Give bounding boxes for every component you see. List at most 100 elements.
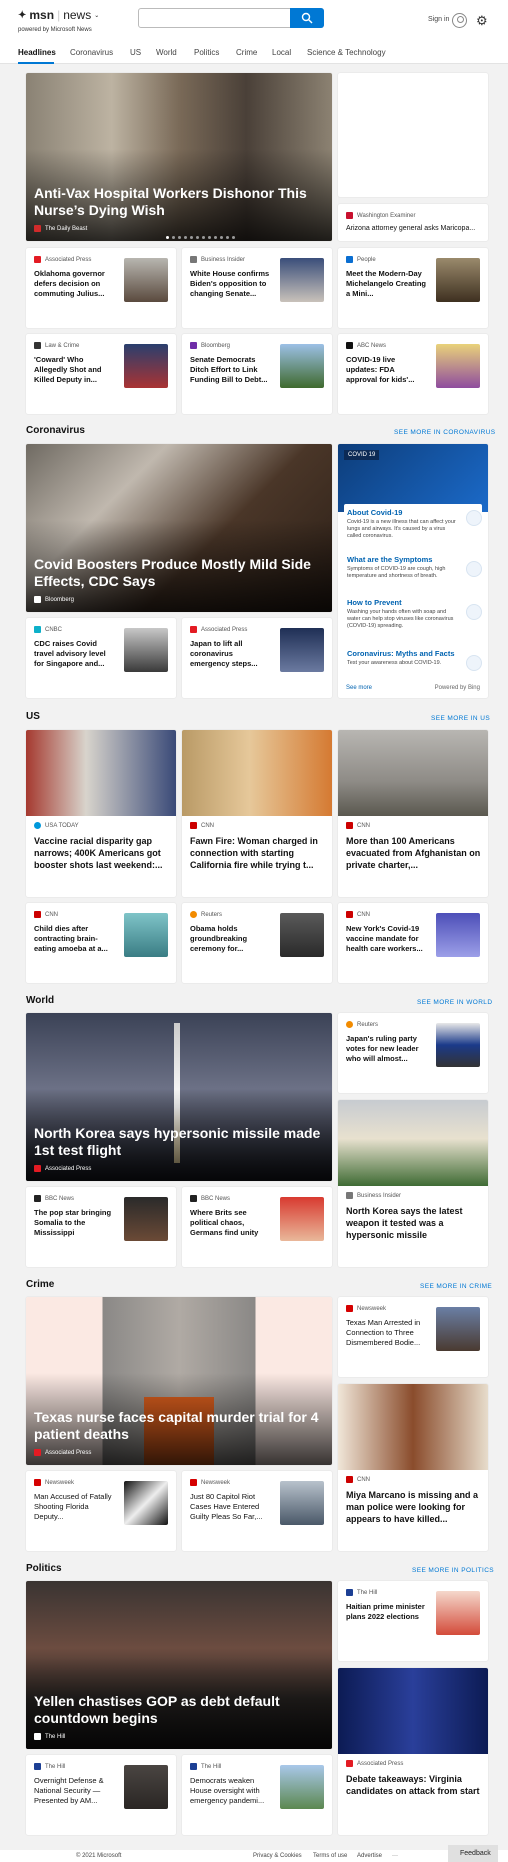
source-logo-icon bbox=[346, 1760, 353, 1767]
card-title: COVID-19 live updates: FDA approval for … bbox=[346, 355, 415, 384]
feedback-button[interactable]: Feedback bbox=[448, 1845, 498, 1862]
covid-info-symptoms[interactable]: What are the Symptoms Symptoms of COVID-… bbox=[344, 555, 482, 580]
politics-hero-card[interactable]: Yellen chastises GOP as debt default cou… bbox=[26, 1581, 332, 1749]
world-card[interactable]: BBC News Where Brits see political chaos… bbox=[182, 1187, 332, 1267]
card-thumbnail bbox=[280, 1481, 324, 1525]
source-label: The Hill bbox=[45, 1733, 66, 1740]
gear-icon[interactable]: ⚙ bbox=[476, 13, 488, 29]
source-label: Newsweek bbox=[201, 1479, 231, 1486]
section-heading-us: US bbox=[26, 711, 40, 722]
info-heading: What are the Symptoms bbox=[347, 555, 433, 564]
terms-link[interactable]: Terms of use bbox=[313, 1853, 347, 1859]
politics-card[interactable]: Associated Press Debate takeaways: Virgi… bbox=[338, 1668, 488, 1835]
coronavirus-card[interactable]: CNBC CDC raises Covid travel advisory le… bbox=[26, 618, 176, 698]
crime-card[interactable]: Newsweek Just 80 Capitol Riot Cases Have… bbox=[182, 1471, 332, 1551]
source-logo-icon bbox=[34, 1479, 41, 1486]
tab-local[interactable]: Local bbox=[272, 48, 291, 57]
sign-in-link[interactable]: Sign in bbox=[428, 16, 449, 23]
crime-card[interactable]: CNN Miya Marcano is missing and a man po… bbox=[338, 1384, 488, 1551]
card-image bbox=[338, 1384, 488, 1470]
coronavirus-hero-card[interactable]: Covid Boosters Produce Mostly Mild Side … bbox=[26, 444, 332, 612]
headline-card[interactable]: ABC News COVID-19 live updates: FDA appr… bbox=[338, 334, 488, 414]
world-card[interactable]: Business Insider North Korea says the la… bbox=[338, 1100, 488, 1267]
world-card[interactable]: BBC News The pop star bringing Somalia t… bbox=[26, 1187, 176, 1267]
card-title: Obama holds groundbreaking ceremony for.… bbox=[190, 924, 248, 953]
footer: © 2021 Microsoft Privacy & Cookies Terms… bbox=[0, 1850, 508, 1862]
us-card[interactable]: Reuters Obama holds groundbreaking cerem… bbox=[182, 903, 332, 983]
world-hero-card[interactable]: North Korea says hypersonic missile made… bbox=[26, 1013, 332, 1181]
headline-side-card[interactable]: Washington Examiner Arizona attorney gen… bbox=[338, 204, 488, 241]
source-label: Associated Press bbox=[201, 626, 248, 633]
source-label: The Hill bbox=[45, 1763, 66, 1770]
source-label: Law & Crime bbox=[45, 342, 80, 349]
see-more-politics-link[interactable]: SEE MORE IN POLITICS bbox=[412, 1567, 494, 1574]
advertise-link[interactable]: Advertise bbox=[357, 1853, 382, 1859]
tab-headlines[interactable]: Headlines bbox=[18, 48, 56, 57]
see-more-world-link[interactable]: SEE MORE IN WORLD bbox=[417, 999, 492, 1006]
msn-news-logo[interactable]: ✦ msn | news ⌄ bbox=[18, 8, 99, 22]
source-logo-icon bbox=[346, 911, 353, 918]
us-card[interactable]: CNN New York's Covid-19 vaccine mandate … bbox=[338, 903, 488, 983]
card-thumbnail bbox=[280, 258, 324, 302]
us-card[interactable]: CNN Fawn Fire: Woman charged in connecti… bbox=[182, 730, 332, 897]
carousel-dots[interactable] bbox=[166, 236, 235, 239]
source-logo-icon bbox=[190, 1195, 197, 1202]
product-label: news bbox=[63, 8, 92, 22]
headline-card[interactable]: People Meet the Modern-Day Michelangelo … bbox=[338, 248, 488, 328]
us-card[interactable]: CNN Child dies after contracting brain-e… bbox=[26, 903, 176, 983]
source-logo-icon bbox=[346, 1021, 353, 1028]
avatar-icon[interactable] bbox=[452, 13, 467, 28]
crime-card[interactable]: Newsweek Man Accused of Fatally Shooting… bbox=[26, 1471, 176, 1551]
card-thumbnail bbox=[124, 1197, 168, 1241]
card-thumbnail bbox=[436, 1307, 480, 1351]
headline-card[interactable]: Business Insider White House confirms Bi… bbox=[182, 248, 332, 328]
politics-card[interactable]: The Hill Haitian prime minister plans 20… bbox=[338, 1581, 488, 1661]
crime-card[interactable]: Newsweek Texas Man Arrested in Connectio… bbox=[338, 1297, 488, 1377]
see-more-link[interactable]: See more bbox=[346, 685, 372, 691]
card-title: Vaccine racial disparity gap narrows; 40… bbox=[34, 836, 163, 870]
source-logo-icon bbox=[34, 1763, 41, 1770]
source-label: CNBC bbox=[45, 626, 63, 633]
politics-card[interactable]: The Hill Democrats weaken House oversigh… bbox=[182, 1755, 332, 1835]
coronavirus-card[interactable]: Associated Press Japan to lift all coron… bbox=[182, 618, 332, 698]
search-button[interactable] bbox=[290, 8, 324, 28]
tab-crime[interactable]: Crime bbox=[236, 48, 257, 57]
see-more-crime-link[interactable]: SEE MORE IN CRIME bbox=[420, 1283, 492, 1290]
card-title: Man Accused of Fatally Shooting Florida … bbox=[34, 1492, 112, 1521]
more-options-icon[interactable]: ··· bbox=[392, 1853, 398, 1859]
handwash-icon bbox=[466, 604, 482, 620]
headline-card[interactable]: Bloomberg Senate Democrats Ditch Effort … bbox=[182, 334, 332, 414]
covid-info-about[interactable]: About Covid-19 Covid-19 is a new illness… bbox=[344, 504, 482, 550]
tab-politics[interactable]: Politics bbox=[194, 48, 219, 57]
card-title: Overnight Defense & National Security — … bbox=[34, 1776, 104, 1805]
source-logo-icon bbox=[34, 626, 41, 633]
tab-coronavirus[interactable]: Coronavirus bbox=[70, 48, 113, 57]
card-thumbnail bbox=[436, 1023, 480, 1067]
headline-card[interactable]: Associated Press Oklahoma governor defer… bbox=[26, 248, 176, 328]
tab-science-technology[interactable]: Science & Technology bbox=[307, 48, 386, 57]
tab-us[interactable]: US bbox=[130, 48, 141, 57]
us-card[interactable]: CNN More than 100 Americans evacuated fr… bbox=[338, 730, 488, 897]
privacy-link[interactable]: Privacy & Cookies bbox=[253, 1853, 302, 1859]
us-card[interactable]: USA TODAY Vaccine racial disparity gap n… bbox=[26, 730, 176, 897]
search-box bbox=[138, 8, 324, 28]
chevron-down-icon[interactable]: ⌄ bbox=[94, 12, 99, 19]
info-heading: About Covid-19 bbox=[347, 508, 403, 517]
card-title: Oklahoma governor defers decision on com… bbox=[34, 269, 105, 298]
source-logo-icon bbox=[346, 342, 353, 349]
source-logo-icon bbox=[190, 1763, 197, 1770]
hero-title: Texas nurse faces capital murder trial f… bbox=[34, 1409, 319, 1442]
search-input[interactable] bbox=[145, 12, 285, 25]
source-label: Newsweek bbox=[357, 1305, 387, 1312]
tab-world[interactable]: World bbox=[156, 48, 177, 57]
headline-card[interactable]: Law & Crime 'Coward' Who Allegedly Shot … bbox=[26, 334, 176, 414]
politics-card[interactable]: The Hill Overnight Defense & National Se… bbox=[26, 1755, 176, 1835]
covid-info-myths[interactable]: Coronavirus: Myths and Facts Test your a… bbox=[344, 649, 482, 671]
headline-hero-card[interactable]: Anti-Vax Hospital Workers Dishonor This … bbox=[26, 73, 332, 241]
source-logo-icon bbox=[346, 1192, 353, 1199]
world-card[interactable]: Reuters Japan's ruling party votes for n… bbox=[338, 1013, 488, 1093]
covid-info-prevent[interactable]: How to Prevent Washing your hands often … bbox=[344, 598, 482, 630]
see-more-coronavirus-link[interactable]: SEE MORE IN CORONAVIRUS bbox=[394, 429, 496, 436]
see-more-us-link[interactable]: SEE MORE IN US bbox=[431, 715, 490, 722]
crime-hero-card[interactable]: Texas nurse faces capital murder trial f… bbox=[26, 1297, 332, 1465]
